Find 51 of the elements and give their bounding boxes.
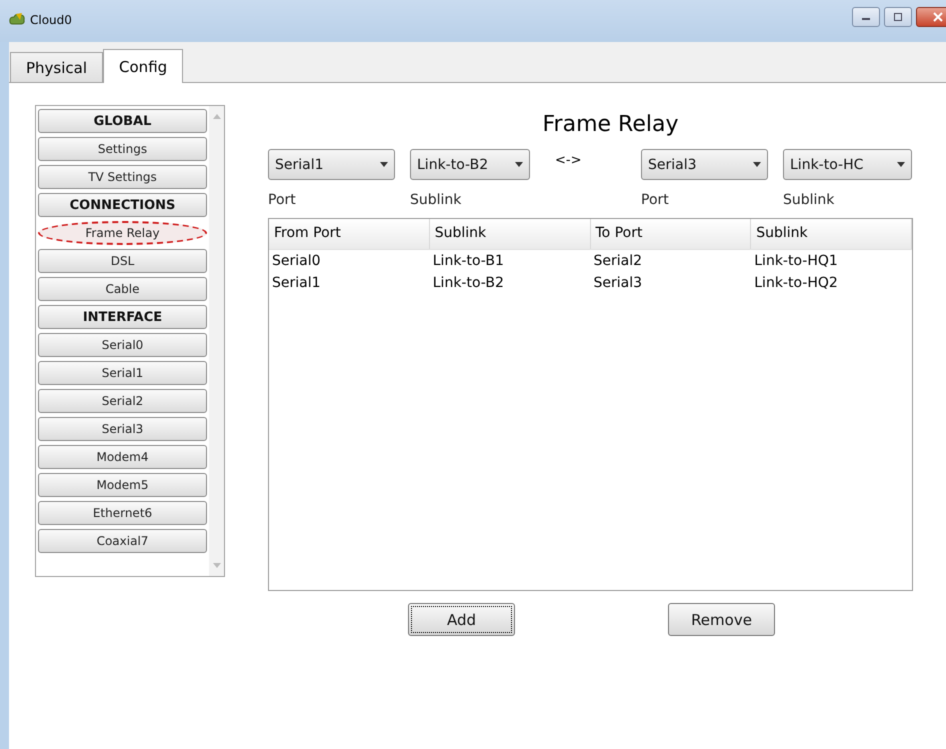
table-cell-text: Link-to-HQ2 — [753, 274, 839, 293]
link-separator: <-> — [554, 152, 582, 170]
close-icon — [933, 12, 943, 22]
table-cell-text: Serial1 — [271, 274, 322, 293]
sidebar-item[interactable]: Frame Relay — [38, 221, 207, 245]
sidebar-item[interactable]: Serial2 — [38, 389, 207, 413]
table-cell-text: Serial2 — [592, 252, 644, 271]
column-header[interactable]: To Port — [590, 219, 752, 249]
table-cell-text: Link-to-HQ1 — [753, 252, 839, 271]
caret-icon — [515, 162, 523, 167]
table-cell-text: Serial0 — [271, 252, 322, 271]
sidebar-item[interactable]: Serial1 — [38, 361, 207, 385]
sidebar-item[interactable]: Settings — [38, 137, 207, 161]
maximize-button[interactable] — [884, 7, 912, 27]
sublink-dropdown[interactable]: Link-to-HC — [783, 149, 912, 180]
port-dropdown[interactable]: Serial1 — [268, 149, 395, 180]
window-title: Cloud0 — [30, 13, 72, 27]
section-header: INTERFACE — [38, 305, 207, 329]
tab[interactable]: Config — [103, 49, 184, 83]
sidebar-item[interactable]: Serial0 — [38, 333, 207, 357]
maximize-icon — [893, 13, 903, 21]
field-label: Sublink — [783, 192, 836, 208]
column-header[interactable]: Sublink — [751, 219, 912, 249]
caret-icon — [753, 162, 761, 167]
sidebar-item[interactable]: Ethernet6 — [38, 501, 207, 525]
sidebar-item[interactable]: Cable — [38, 277, 207, 301]
caret-icon — [380, 162, 388, 167]
caret-icon — [897, 162, 905, 167]
sidebar-item[interactable]: DSL — [38, 249, 207, 273]
table-cell-text: Serial3 — [592, 274, 644, 293]
action-button[interactable]: Remove — [668, 603, 775, 636]
field-label: Port — [268, 192, 297, 208]
sidebar-item[interactable]: Modem5 — [38, 473, 207, 497]
column-header[interactable]: From Port — [269, 219, 430, 249]
table-cell-text: Link-to-B2 — [432, 274, 505, 293]
sidebar-item[interactable]: TV Settings — [38, 165, 207, 189]
sidebar-item[interactable]: Modem4 — [38, 445, 207, 469]
sidebar-item[interactable]: Coaxial7 — [38, 529, 207, 553]
panel-title: Frame Relay — [542, 112, 680, 139]
port-dropdown[interactable]: Serial3 — [641, 149, 768, 180]
action-button[interactable]: Add — [408, 603, 515, 636]
sidebar-item[interactable]: Serial3 — [38, 417, 207, 441]
field-label: Port — [641, 192, 670, 208]
table-cell-text: Link-to-B1 — [432, 252, 505, 271]
column-header[interactable]: Sublink — [430, 219, 590, 249]
field-label: Sublink — [410, 192, 462, 208]
section-header: CONNECTIONS — [38, 193, 207, 217]
minimize-button[interactable] — [852, 7, 880, 27]
section-header: GLOBAL — [38, 109, 207, 133]
tab[interactable]: Physical — [10, 52, 104, 82]
sublink-dropdown[interactable]: Link-to-B2 — [410, 149, 530, 180]
